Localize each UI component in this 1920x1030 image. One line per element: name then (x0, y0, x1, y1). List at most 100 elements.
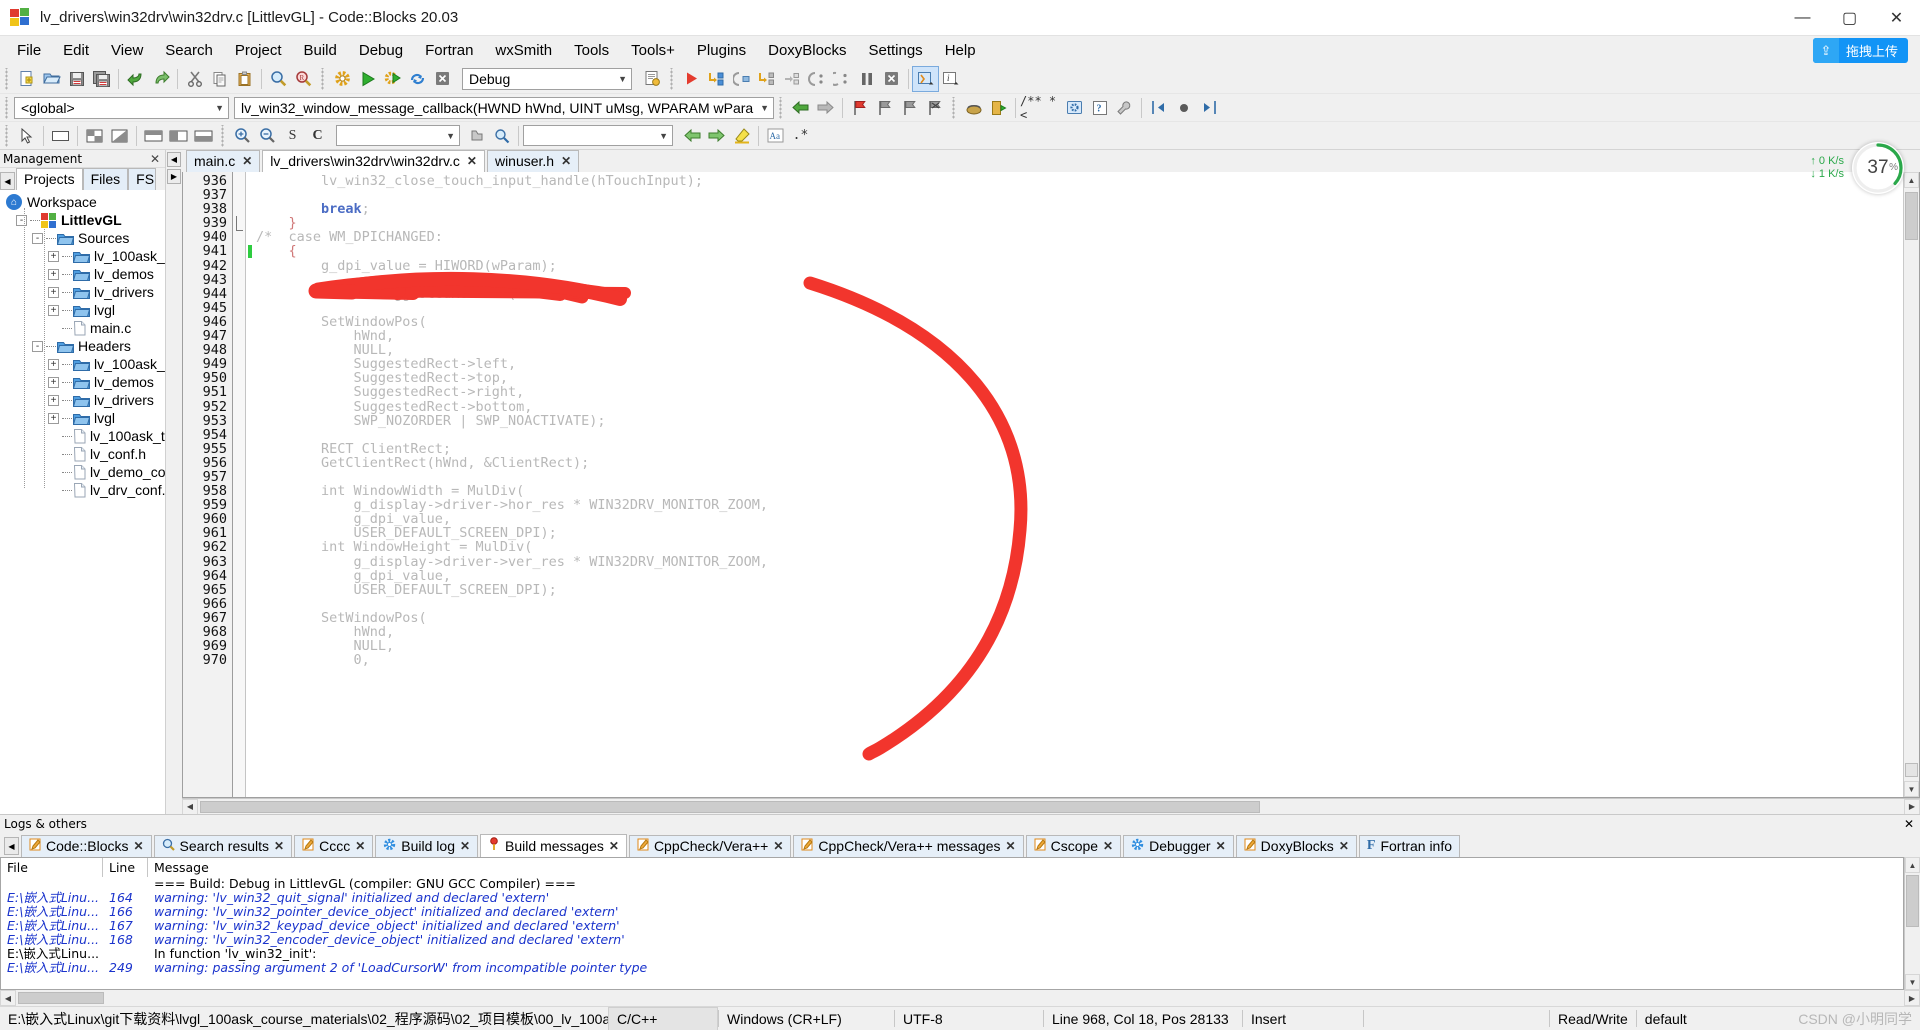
cpu-gauge[interactable]: 37 % (1852, 142, 1904, 194)
scroll-thumb-bottom[interactable] (1905, 763, 1918, 777)
build-and-run-icon[interactable] (380, 67, 405, 91)
debug-continue-icon[interactable] (679, 67, 704, 91)
build-message-row[interactable]: === Build: Debug in LittlevGL (compiler:… (1, 877, 1903, 891)
redo-icon[interactable] (148, 67, 173, 91)
logs-vertical-scrollbar[interactable]: ▲ ▼ (1904, 857, 1920, 990)
close-icon[interactable]: ✕ (1103, 839, 1113, 853)
scroll-down-icon[interactable]: ▼ (1904, 781, 1919, 797)
build-icon[interactable] (330, 67, 355, 91)
logs-tab-build-messages[interactable]: Build messages ✕ (480, 834, 627, 857)
function-combo[interactable]: lv_win32_window_message_callback(HWND hW… (234, 96, 774, 119)
copy-icon[interactable] (207, 67, 232, 91)
expand-icon[interactable]: + (48, 394, 59, 406)
code-line[interactable]: 0, (256, 653, 1903, 667)
new-file-icon[interactable] (14, 67, 39, 91)
toolbar-grip[interactable] (668, 67, 676, 90)
debug-step-into-icon[interactable] (729, 67, 754, 91)
tab-projects[interactable]: Projects (16, 168, 83, 190)
open-file-icon[interactable] (39, 67, 64, 91)
expand-icon[interactable]: + (48, 376, 59, 388)
toolbar-grip[interactable] (3, 124, 11, 147)
incremental-search-field[interactable]: ▼ (523, 125, 673, 146)
zoom-out-icon[interactable] (255, 124, 280, 148)
search-next-icon[interactable] (704, 124, 729, 148)
collapse-left-icon[interactable]: ◀ (167, 152, 181, 167)
save-all-icon[interactable] (89, 67, 114, 91)
save-icon[interactable] (64, 67, 89, 91)
expand-icon[interactable]: + (48, 286, 59, 298)
toggle-bookmark-icon[interactable] (847, 96, 872, 120)
tab-files[interactable]: Files (82, 168, 129, 190)
collapse-icon[interactable]: - (32, 340, 43, 352)
expand-icon[interactable]: + (48, 304, 59, 316)
code-line[interactable]: RECT ClientRect; (256, 442, 1903, 456)
debug-step-into-instruction-icon[interactable] (804, 67, 829, 91)
code-line[interactable]: SWP_NOZORDER | SWP_NOACTIVATE); (256, 413, 1903, 427)
menu-wxsmith[interactable]: wxSmith (484, 39, 563, 62)
menu-plugins[interactable]: Plugins (686, 39, 757, 62)
scroll-left-icon[interactable]: ◀ (182, 798, 198, 815)
code-text[interactable]: lv_win32_close_touch_input_handle(hTouch… (256, 172, 1903, 797)
build-message-row[interactable]: E:\嵌入式Linu... 168 warning: 'lv_win32_encod… (1, 933, 1903, 947)
build-target-combo[interactable]: Debug ▼ (462, 67, 632, 90)
code-line[interactable] (256, 597, 1903, 611)
replace-icon[interactable]: R (291, 67, 316, 91)
code-line[interactable]: lv_win32_close_touch_input_handle(hTouch… (256, 174, 1903, 188)
menu-file[interactable]: File (6, 39, 52, 62)
expand-icon[interactable]: + (48, 358, 59, 370)
scroll-track[interactable] (198, 800, 1904, 814)
doxyblocks-extract-icon[interactable] (986, 96, 1011, 120)
scroll-track[interactable] (1905, 873, 1920, 974)
scroll-up-icon[interactable]: ▲ (1904, 172, 1919, 188)
logs-tab-cppcheck-messages[interactable]: CppCheck/Vera++ messages ✕ (793, 835, 1024, 857)
pointer-icon[interactable] (14, 124, 39, 148)
build-options-icon[interactable] (640, 67, 665, 91)
cut-icon[interactable] (182, 67, 207, 91)
toolbar-grip[interactable] (319, 67, 327, 90)
code-line[interactable] (256, 428, 1903, 442)
scroll-right-icon[interactable]: ▶ (1904, 990, 1920, 1006)
close-icon[interactable]: ✕ (242, 154, 252, 168)
code-line[interactable]: SetWindowPos( (256, 315, 1903, 329)
logs-tab-cccc[interactable]: Cccc ✕ (294, 835, 374, 857)
code-line[interactable]: g_display->driver->hor_res * WIN32DRV_MO… (256, 498, 1903, 512)
menu-tools[interactable]: Tools (563, 39, 620, 62)
menu-debug[interactable]: Debug (348, 39, 414, 62)
code-line[interactable]: g_dpi_value, (256, 569, 1903, 583)
table-body[interactable]: === Build: Debug in LittlevGL (compiler:… (1, 877, 1903, 989)
previous-bookmark-icon[interactable] (872, 96, 897, 120)
logs-tab-debugger[interactable]: Debugger ✕ (1123, 835, 1234, 857)
build-message-row[interactable]: E:\嵌入式Linu... In function 'lv_win32_init'… (1, 947, 1903, 961)
scroll-thumb[interactable] (18, 992, 104, 1004)
scroll-thumb[interactable] (1905, 192, 1918, 240)
menu-settings[interactable]: Settings (857, 39, 933, 62)
scroll-track[interactable] (16, 991, 1904, 1005)
menu-build[interactable]: Build (293, 39, 348, 62)
collapse-icon[interactable]: - (16, 214, 27, 226)
scroll-thumb[interactable] (200, 800, 1260, 813)
clear-bookmarks-icon[interactable] (922, 96, 947, 120)
scroll-up-icon[interactable]: ▲ (1905, 857, 1920, 873)
scroll-down-icon[interactable]: ▼ (1905, 974, 1920, 990)
incremental-search-icon[interactable] (489, 124, 514, 148)
code-line[interactable] (256, 273, 1903, 287)
column-header-file[interactable]: File (1, 858, 103, 877)
doxyblocks-wrench-icon[interactable] (1112, 96, 1137, 120)
wx-panel-icon[interactable] (48, 124, 73, 148)
code-line[interactable]: break; (256, 202, 1903, 216)
expand-icon[interactable]: + (48, 250, 59, 262)
code-line[interactable] (256, 470, 1903, 484)
tab-scroll-left-icon[interactable]: ◀ (0, 172, 15, 190)
search-input[interactable]: ▼ (336, 125, 460, 146)
scope-combo[interactable]: <global> ▼ (14, 96, 229, 119)
toolbar-grip[interactable] (3, 96, 11, 119)
code-line[interactable]: LPRECT SuggestedRect = (LPRECT)lParam; (256, 287, 1903, 301)
close-icon[interactable]: ✕ (355, 839, 365, 853)
maximize-button[interactable]: ▢ (1826, 0, 1873, 36)
match-whole-word-icon[interactable]: C (305, 124, 330, 148)
menu-fortran[interactable]: Fortran (414, 39, 484, 62)
code-line[interactable]: SetWindowPos( (256, 611, 1903, 625)
debug-step-out-icon[interactable] (754, 67, 779, 91)
code-line[interactable]: g_display->driver->ver_res * WIN32DRV_MO… (256, 554, 1903, 568)
menu-doxyblocks[interactable]: DoxyBlocks (757, 39, 857, 62)
